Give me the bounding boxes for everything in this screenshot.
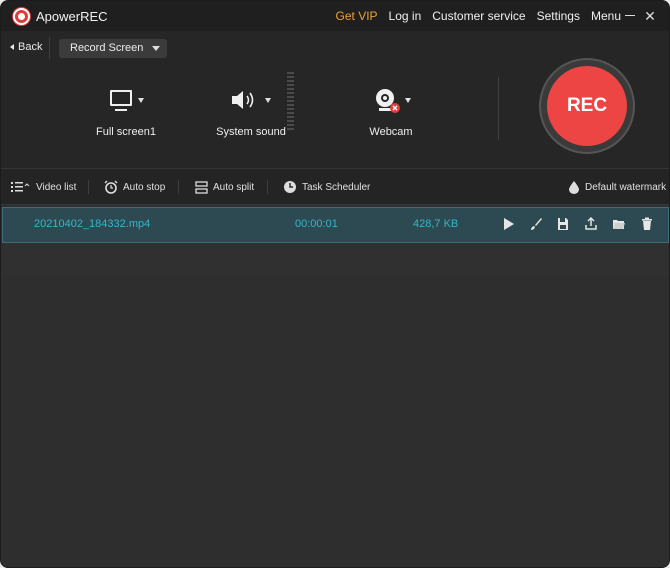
upload-icon[interactable]: [584, 216, 598, 232]
empty-list-area: [1, 277, 669, 567]
rec-button[interactable]: REC: [547, 66, 627, 146]
title-bar: ApowerREC Get VIP Log in Customer servic…: [1, 1, 669, 31]
record-mode-dropdown[interactable]: Record Screen: [59, 39, 167, 58]
auto-split-label: Auto split: [213, 181, 255, 193]
title-menu: Get VIP Log in Customer service Settings…: [336, 9, 621, 23]
volume-level-meter: [287, 72, 294, 132]
speaker-icon: [232, 91, 254, 109]
audio-source-selector[interactable]: System sound: [211, 65, 291, 168]
app-title: ApowerREC: [36, 9, 108, 24]
webcam-label: Webcam: [369, 126, 413, 138]
get-vip-link[interactable]: Get VIP: [336, 9, 378, 23]
clock-icon: [284, 181, 296, 193]
table-row[interactable]: 20210402_184332.mp4 00:00:01 428,7 KB: [2, 207, 669, 243]
file-name: 20210402_184332.mp4: [34, 218, 151, 230]
watermark-label: Default watermark: [585, 181, 667, 193]
bottom-toolbar: Video list Auto stop Auto split Task Sch…: [1, 168, 669, 205]
recording-controls: Full screen1 System sound Webcam REC: [1, 58, 669, 168]
split-icon: [195, 180, 208, 194]
nav-row: Back Record Screen: [1, 31, 669, 65]
video-list-toggle[interactable]: Video list: [11, 169, 76, 205]
list-icon: [11, 182, 30, 192]
edit-brush-icon[interactable]: [529, 216, 543, 232]
auto-stop-label: Auto stop: [123, 181, 166, 193]
back-label: Back: [18, 41, 43, 53]
screen-area-label: Full screen1: [96, 126, 156, 138]
webcam-dropdown-caret-icon[interactable]: [405, 98, 411, 103]
close-button[interactable]: ✕: [641, 7, 659, 25]
toolbar-divider: [178, 180, 179, 194]
screen-area-selector[interactable]: Full screen1: [86, 65, 166, 168]
task-scheduler-label: Task Scheduler: [302, 181, 371, 193]
trash-icon[interactable]: [640, 216, 654, 232]
settings-link[interactable]: Settings: [537, 9, 580, 23]
droplet-icon: [569, 181, 579, 194]
play-icon[interactable]: [502, 216, 516, 232]
nav-divider: [49, 37, 50, 59]
save-icon[interactable]: [556, 216, 570, 232]
back-button[interactable]: Back: [10, 41, 42, 53]
audio-source-label: System sound: [216, 126, 286, 138]
toolbar-divider: [88, 180, 89, 194]
file-size: 428,7 KB: [413, 218, 459, 230]
auto-stop-button[interactable]: Auto stop: [104, 169, 165, 205]
watermark-button[interactable]: Default watermark: [568, 169, 666, 205]
sound-dropdown-caret-icon[interactable]: [265, 98, 271, 103]
toolbar-divider: [267, 180, 268, 194]
minimize-button[interactable]: [625, 15, 635, 16]
alarm-clock-icon: [104, 180, 118, 194]
chevron-down-icon: [152, 46, 160, 51]
webcam-selector[interactable]: Webcam: [351, 65, 431, 168]
auto-split-button[interactable]: Auto split: [195, 169, 254, 205]
record-mode-value: Record Screen: [70, 42, 144, 54]
video-list-label: Video list: [36, 181, 77, 193]
app-window: ApowerREC Get VIP Log in Customer servic…: [0, 0, 670, 568]
folder-icon[interactable]: [612, 216, 626, 232]
log-in-link[interactable]: Log in: [389, 9, 422, 23]
file-duration: 00:00:01: [295, 218, 338, 230]
app-logo-icon: [13, 8, 30, 25]
controls-divider: [498, 77, 499, 140]
back-arrow-icon: [10, 44, 14, 50]
screen-dropdown-caret-icon[interactable]: [138, 98, 144, 103]
task-scheduler-button[interactable]: Task Scheduler: [283, 169, 370, 205]
webcam-icon: [376, 89, 400, 113]
monitor-icon: [110, 90, 132, 111]
menu-link[interactable]: Menu: [591, 9, 621, 23]
customer-service-link[interactable]: Customer service: [432, 9, 525, 23]
video-list: 20210402_184332.mp4 00:00:01 428,7 KB: [1, 205, 669, 277]
